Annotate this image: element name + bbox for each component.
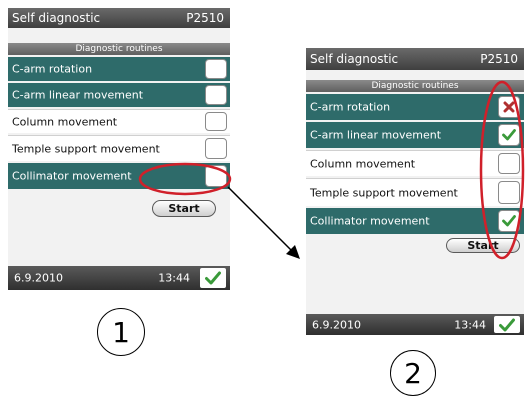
step-number-1: 1 [97,308,145,356]
flow-arrow [227,186,294,253]
annotation-overlay [138,80,525,260]
start-button-highlight [138,162,232,196]
results-highlight [479,80,525,260]
step-number-2: 2 [390,350,436,396]
